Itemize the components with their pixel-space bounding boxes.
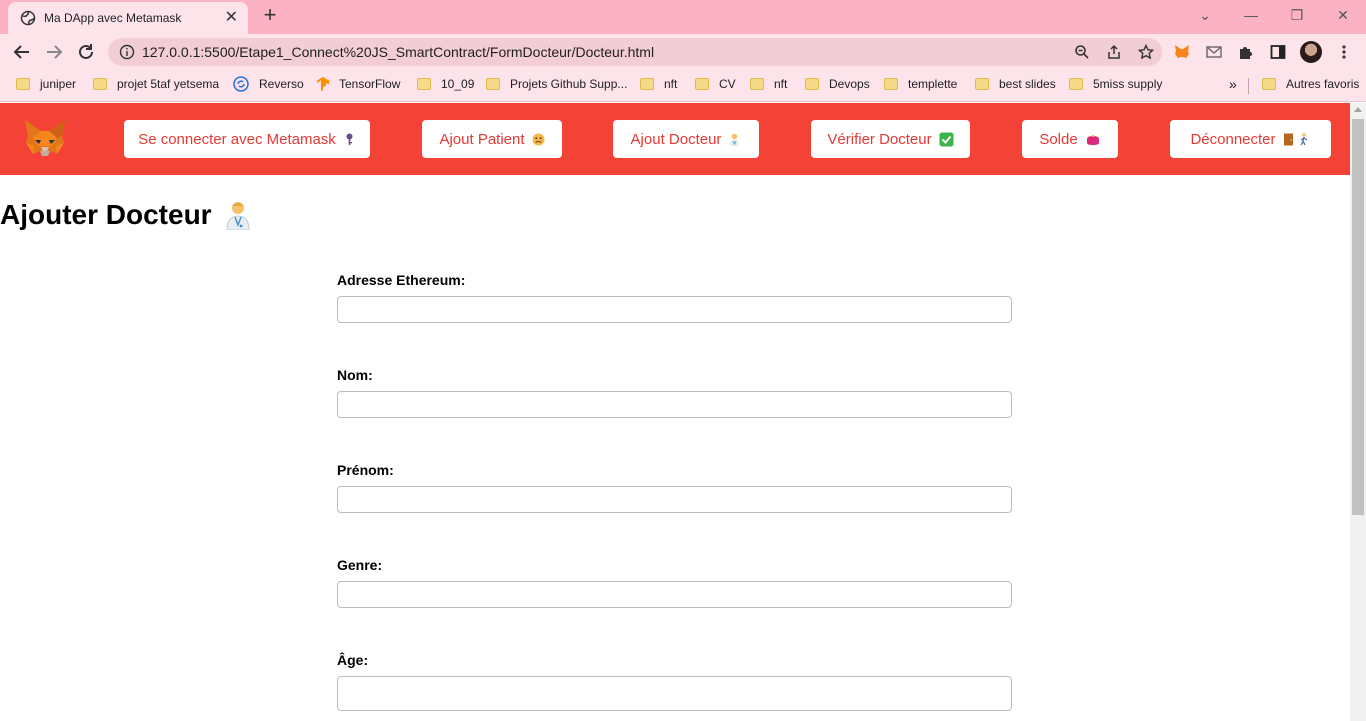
bookmarks-separator xyxy=(1248,78,1249,94)
new-tab-button[interactable]: + xyxy=(259,4,281,27)
folder-icon xyxy=(640,78,654,90)
bookmark-folder[interactable]: Projets Github Supp... xyxy=(486,70,627,98)
sick-face-emoji-icon xyxy=(532,133,545,145)
bookmark-folder[interactable]: juniper xyxy=(16,70,76,98)
bookmark-folder[interactable]: nft xyxy=(750,70,787,98)
bookmark-folder[interactable]: Devops xyxy=(805,70,870,98)
bookmark-star-icon[interactable] xyxy=(1136,42,1156,62)
other-favorites-folder[interactable]: Autres favoris xyxy=(1262,70,1359,98)
folder-icon xyxy=(486,78,500,90)
profile-avatar[interactable] xyxy=(1300,41,1322,63)
side-panel-icon[interactable] xyxy=(1268,42,1288,62)
globe-icon xyxy=(20,10,36,26)
key-emoji-icon xyxy=(346,133,353,145)
last-name-input[interactable] xyxy=(337,391,1012,418)
metamask-fox-logo xyxy=(25,120,65,156)
balance-button[interactable]: Solde xyxy=(1022,120,1118,158)
page-scrollbar[interactable] xyxy=(1350,103,1366,721)
reload-icon[interactable] xyxy=(74,40,98,64)
bookmark-link[interactable]: TensorFlow xyxy=(315,70,400,98)
minimize-button[interactable]: — xyxy=(1228,0,1274,30)
app-navbar: Se connecter avec Metamask Ajout Patient… xyxy=(0,103,1350,175)
folder-icon xyxy=(1262,78,1276,90)
folder-icon xyxy=(417,78,431,90)
folder-icon xyxy=(750,78,764,90)
folder-icon xyxy=(695,78,709,90)
gender-input[interactable] xyxy=(337,581,1012,608)
address-bar[interactable]: 127.0.0.1:5500/Etape1_Connect%20JS_Smart… xyxy=(108,38,1162,66)
share-icon[interactable] xyxy=(1104,42,1124,62)
bookmark-folder[interactable]: templette xyxy=(884,70,957,98)
bookmark-folder[interactable]: projet 5taf yetsema xyxy=(93,70,219,98)
tensorflow-icon xyxy=(315,76,331,92)
door-walking-emoji-icon xyxy=(1283,132,1307,145)
purse-emoji-icon xyxy=(1086,134,1099,145)
check-mark-emoji-icon xyxy=(939,132,954,146)
age-input[interactable] xyxy=(337,676,1012,711)
verify-doctor-button[interactable]: Vérifier Docteur xyxy=(811,120,970,158)
folder-icon xyxy=(884,78,898,90)
gender-label: Genre: xyxy=(337,557,383,573)
scroll-up-arrow-icon[interactable] xyxy=(1354,107,1362,112)
site-info-icon[interactable] xyxy=(112,44,142,60)
url-text[interactable]: 127.0.0.1:5500/Etape1_Connect%20JS_Smart… xyxy=(142,44,654,60)
last-name-label: Nom: xyxy=(337,367,373,383)
add-doctor-button[interactable]: Ajout Docteur xyxy=(613,120,759,158)
restore-button[interactable]: ❐ xyxy=(1274,0,1320,30)
close-icon[interactable]: ✕ xyxy=(225,10,238,26)
bookmark-folder[interactable]: nft xyxy=(640,70,677,98)
doctor-emoji-icon xyxy=(730,133,740,146)
age-label: Âge: xyxy=(337,652,369,668)
more-bookmarks-button[interactable]: » xyxy=(1229,70,1237,98)
tab-search-icon[interactable]: ⌄ xyxy=(1182,0,1228,30)
connect-metamask-button[interactable]: Se connecter avec Metamask xyxy=(124,120,370,158)
folder-icon xyxy=(975,78,989,90)
zoom-icon[interactable] xyxy=(1072,42,1092,62)
bookmarks-bar: juniper projet 5taf yetsema Reverso Tens… xyxy=(0,70,1366,102)
back-arrow-icon[interactable] xyxy=(10,40,34,64)
doctor-emoji-icon xyxy=(226,202,249,230)
first-name-label: Prénom: xyxy=(337,462,394,478)
browser-menu-icon[interactable] xyxy=(1334,42,1354,62)
mail-extension-icon[interactable] xyxy=(1204,42,1224,62)
folder-icon xyxy=(1069,78,1083,90)
window-close-button[interactable]: ✕ xyxy=(1320,0,1366,30)
bookmark-folder[interactable]: CV xyxy=(695,70,736,98)
tab-title: Ma DApp avec Metamask xyxy=(44,11,182,25)
browser-tab[interactable]: Ma DApp avec Metamask ✕ xyxy=(8,2,248,34)
extensions-puzzle-icon[interactable] xyxy=(1236,42,1256,62)
bookmark-folder[interactable]: 10_09 xyxy=(417,70,474,98)
scroll-thumb[interactable] xyxy=(1352,119,1364,515)
bookmark-link[interactable]: Reverso xyxy=(233,70,304,98)
first-name-input[interactable] xyxy=(337,486,1012,513)
page-title: Ajouter Docteur xyxy=(0,199,252,231)
forward-arrow-icon[interactable] xyxy=(42,40,66,64)
ethereum-address-label: Adresse Ethereum: xyxy=(337,272,466,288)
page-content: Se connecter avec Metamask Ajout Patient… xyxy=(0,103,1350,721)
add-patient-button[interactable]: Ajout Patient xyxy=(422,120,562,158)
tab-strip: Ma DApp avec Metamask ✕ + ⌄ — ❐ ✕ xyxy=(0,0,1366,34)
folder-icon xyxy=(805,78,819,90)
reverso-icon xyxy=(233,76,249,92)
ethereum-address-input[interactable] xyxy=(337,296,1012,323)
folder-icon xyxy=(93,78,107,90)
browser-toolbar: 127.0.0.1:5500/Etape1_Connect%20JS_Smart… xyxy=(0,34,1366,70)
folder-icon xyxy=(16,78,30,90)
bookmark-folder[interactable]: best slides xyxy=(975,70,1056,98)
logout-button[interactable]: Déconnecter xyxy=(1170,120,1331,158)
metamask-extension-icon[interactable] xyxy=(1172,42,1192,62)
bookmark-folder[interactable]: 5miss supply xyxy=(1069,70,1162,98)
